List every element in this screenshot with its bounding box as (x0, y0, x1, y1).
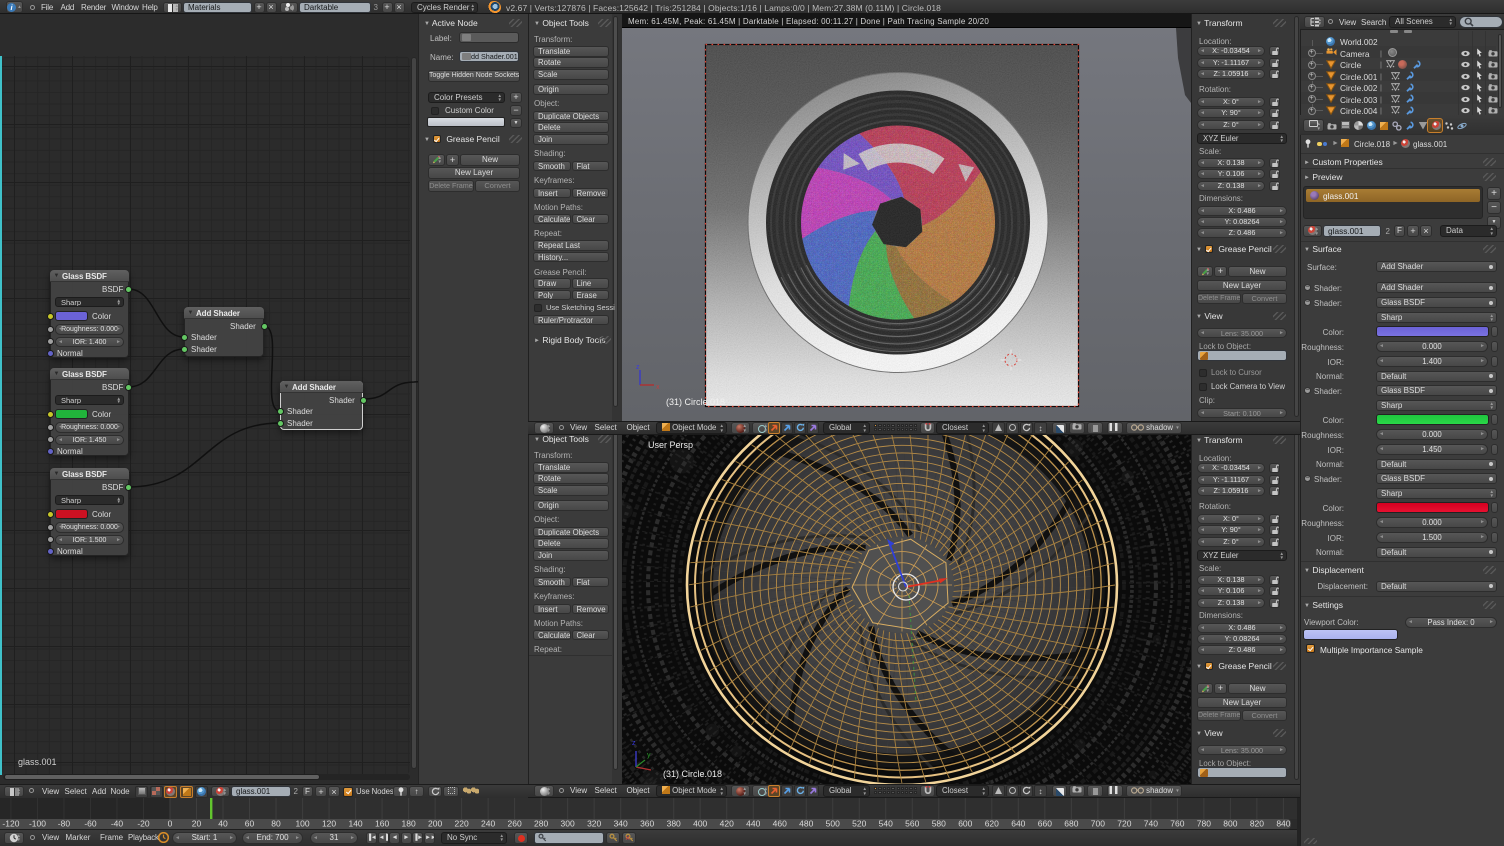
svg-text:780: 780 (1197, 819, 1211, 829)
svg-text:y: y (647, 752, 651, 759)
svg-text:500: 500 (826, 819, 840, 829)
svg-text:(31) Circle.018: (31) Circle.018 (666, 397, 725, 407)
svg-text:120: 120 (322, 819, 336, 829)
svg-text:200: 200 (428, 819, 442, 829)
svg-text:840: 840 (1276, 819, 1290, 829)
svg-text:-80: -80 (58, 819, 71, 829)
svg-text:320: 320 (587, 819, 601, 829)
svg-text:100: 100 (295, 819, 309, 829)
svg-text:700: 700 (1091, 819, 1105, 829)
svg-text:380: 380 (667, 819, 681, 829)
svg-text:820: 820 (1250, 819, 1264, 829)
svg-text:220: 220 (455, 819, 469, 829)
svg-text:80: 80 (271, 819, 281, 829)
svg-text:User Persp: User Persp (648, 440, 693, 450)
svg-text:260: 260 (508, 819, 522, 829)
svg-text:460: 460 (773, 819, 787, 829)
svg-text:720: 720 (1117, 819, 1131, 829)
svg-text:760: 760 (1170, 819, 1184, 829)
svg-text:40: 40 (218, 819, 228, 829)
svg-text:580: 580 (932, 819, 946, 829)
svg-text:160: 160 (375, 819, 389, 829)
svg-text:20: 20 (192, 819, 202, 829)
svg-text:440: 440 (746, 819, 760, 829)
svg-text:-40: -40 (111, 819, 124, 829)
svg-text:420: 420 (720, 819, 734, 829)
svg-text:-120: -120 (2, 819, 19, 829)
svg-text:300: 300 (561, 819, 575, 829)
svg-text:-100: -100 (29, 819, 46, 829)
svg-text:-20: -20 (137, 819, 150, 829)
svg-text:680: 680 (1064, 819, 1078, 829)
svg-text:800: 800 (1223, 819, 1237, 829)
svg-text:x: x (656, 384, 660, 391)
svg-text:560: 560 (905, 819, 919, 829)
svg-text:0: 0 (168, 819, 173, 829)
svg-text:660: 660 (1038, 819, 1052, 829)
svg-text:400: 400 (693, 819, 707, 829)
svg-text:180: 180 (401, 819, 415, 829)
svg-text:340: 340 (614, 819, 628, 829)
svg-text:280: 280 (534, 819, 548, 829)
svg-text:740: 740 (1144, 819, 1158, 829)
svg-text:z: z (632, 740, 636, 747)
svg-text:540: 540 (879, 819, 893, 829)
svg-text:60: 60 (245, 819, 255, 829)
svg-text:140: 140 (348, 819, 362, 829)
svg-text:480: 480 (799, 819, 813, 829)
svg-text:(31) Circle.018: (31) Circle.018 (663, 769, 722, 779)
svg-text:600: 600 (958, 819, 972, 829)
svg-text:360: 360 (640, 819, 654, 829)
svg-text:640: 640 (1011, 819, 1025, 829)
svg-text:620: 620 (985, 819, 999, 829)
svg-text:-60: -60 (84, 819, 97, 829)
svg-text:520: 520 (852, 819, 866, 829)
svg-text:240: 240 (481, 819, 495, 829)
svg-text:z: z (636, 364, 640, 371)
